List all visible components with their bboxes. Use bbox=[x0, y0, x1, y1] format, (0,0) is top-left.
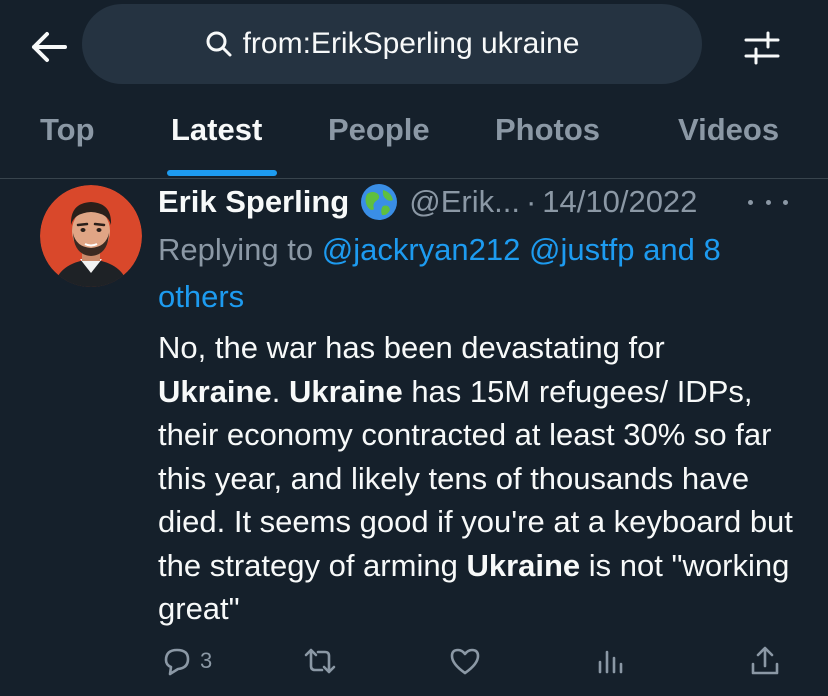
search-icon bbox=[206, 31, 232, 57]
search-input[interactable]: from:ErikSperling ukraine bbox=[82, 4, 702, 84]
share-icon bbox=[751, 646, 779, 675]
avatar-image bbox=[40, 185, 142, 287]
highlighted-term: Ukraine bbox=[288, 373, 403, 409]
mention-link[interactable]: @justfp bbox=[529, 232, 635, 267]
more-mentions-link[interactable]: and 8 bbox=[643, 232, 721, 267]
search-tabs: Top Latest People Photos Videos bbox=[0, 96, 828, 179]
retweet-button[interactable] bbox=[302, 644, 338, 678]
retweet-icon bbox=[304, 648, 336, 674]
more-mentions-link[interactable]: others bbox=[158, 279, 244, 314]
more-dots-icon bbox=[748, 199, 753, 205]
separator-dot: · bbox=[525, 184, 537, 219]
tweet-date[interactable]: 14/10/2022 bbox=[542, 184, 697, 220]
search-filter-button[interactable] bbox=[738, 24, 786, 72]
tab-photos[interactable]: Photos bbox=[495, 112, 600, 148]
tab-people[interactable]: People bbox=[328, 112, 430, 148]
bar-chart-icon bbox=[598, 650, 623, 674]
search-query-text: from:ErikSperling ukraine bbox=[242, 27, 580, 60]
tab-videos[interactable]: Videos bbox=[678, 112, 779, 148]
back-button[interactable] bbox=[26, 24, 72, 70]
replying-to-line: Replying to @jackryan212 @justfp and 8 o… bbox=[158, 226, 798, 320]
tweet-actions: 3 bbox=[0, 640, 828, 686]
active-tab-indicator bbox=[167, 170, 277, 176]
highlighted-term: Ukraine bbox=[466, 547, 581, 583]
tweet-header: Erik Sperling @Erik... · 14/10/2022 bbox=[158, 180, 798, 224]
reply-bubble-icon bbox=[164, 648, 190, 676]
arrow-left-icon bbox=[32, 32, 67, 62]
top-bar: from:ErikSperling ukraine bbox=[0, 0, 828, 96]
replying-to-label: Replying to bbox=[158, 232, 314, 267]
heart-icon bbox=[450, 648, 480, 675]
tab-top[interactable]: Top bbox=[40, 112, 95, 148]
author-handle[interactable]: @Erik... bbox=[409, 184, 520, 220]
avatar[interactable] bbox=[40, 185, 142, 287]
more-options-button[interactable] bbox=[748, 192, 788, 212]
tweet-text: No, the war has been devastating for Ukra… bbox=[158, 330, 793, 626]
like-button[interactable] bbox=[448, 644, 482, 678]
reply-button[interactable]: 3 bbox=[160, 644, 212, 678]
views-button[interactable] bbox=[594, 644, 628, 678]
sliders-icon bbox=[744, 31, 780, 65]
tab-latest[interactable]: Latest bbox=[171, 112, 262, 148]
globe-icon bbox=[359, 182, 399, 222]
share-button[interactable] bbox=[748, 644, 782, 678]
mention-link[interactable]: @jackryan212 bbox=[322, 232, 521, 267]
reply-count: 3 bbox=[200, 648, 213, 673]
highlighted-term: Ukraine bbox=[158, 373, 272, 409]
author-name[interactable]: Erik Sperling bbox=[158, 184, 349, 220]
